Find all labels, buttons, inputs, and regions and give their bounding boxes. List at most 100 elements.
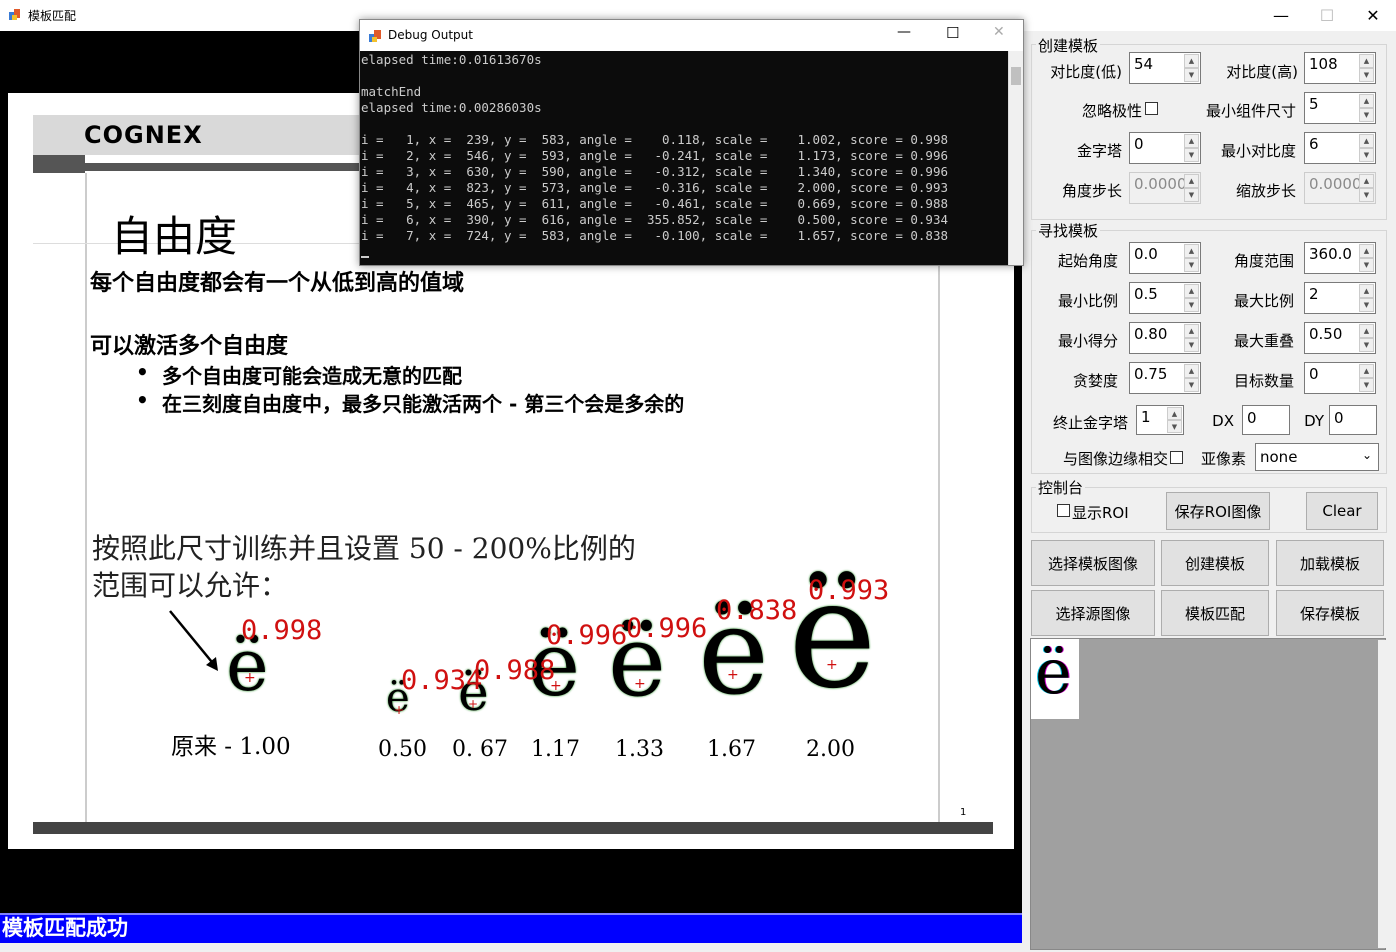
console-line: elapsed time:0.01613670s <box>361 52 542 67</box>
template-thumbnail: ë <box>1031 635 1079 719</box>
slide-line-1: 每个自由度都会有一个从低到高的值域 <box>90 271 465 296</box>
console-cursor <box>361 256 369 258</box>
debug-maximize-button[interactable]: ☐ <box>946 24 959 42</box>
console-line: i = 5, x = 465, y = 611, angle = -0.461,… <box>361 196 948 211</box>
window-title: 模板匹配 <box>28 9 77 23</box>
start-angle-input[interactable]: 0.0 ▲ ▼ <box>1129 242 1201 274</box>
train-text-1: 按照此尺寸训练并且设置 50 - 200%比例的 <box>92 532 636 565</box>
stop-pyramid-input[interactable]: 1 ▲ ▼ <box>1136 405 1184 435</box>
maximize-button[interactable]: ☐ <box>1304 0 1350 31</box>
debug-close-button[interactable]: ✕ <box>993 24 1005 40</box>
dx-label: DX <box>1212 412 1234 430</box>
bullet-dot: • <box>136 388 149 412</box>
dx-input[interactable]: 0 <box>1242 405 1290 435</box>
min-contrast-input[interactable]: 6 ▲ ▼ <box>1304 132 1376 164</box>
min-contrast-label: 最小对比度 <box>1220 142 1296 160</box>
start-angle-label: 起始角度 <box>1057 252 1118 270</box>
close-button[interactable]: ✕ <box>1350 0 1396 31</box>
console-line: matchEnd <box>361 84 422 99</box>
console-line: i = 4, x = 823, y = 573, angle = -0.316,… <box>361 180 948 195</box>
debug-scroll-thumb[interactable] <box>1011 67 1021 85</box>
max-overlap-label: 最大重叠 <box>1233 332 1294 350</box>
create-template-button[interactable]: 创建模板 <box>1161 540 1269 586</box>
match-score: 0.934 <box>401 665 483 696</box>
scale-step-input[interactable]: 0.0000 ▲ ▼ <box>1304 172 1376 204</box>
clear-button[interactable]: Clear <box>1306 492 1378 530</box>
preview-scrollbar[interactable] <box>1378 640 1386 948</box>
scale-label: 0.50 <box>378 737 427 762</box>
match-score: 0.998 <box>241 615 323 646</box>
debug-app-icon <box>369 30 381 42</box>
min-score-input[interactable]: 0.80 ▲ ▼ <box>1129 322 1201 354</box>
target-count-input[interactable]: 0 ▲ ▼ <box>1304 362 1376 394</box>
scale-label: 1.17 <box>531 737 580 762</box>
console-line: i = 7, x = 724, y = 583, angle = -0.100,… <box>361 228 948 243</box>
ignore-polarity-label: 忽略极性 <box>1081 102 1142 120</box>
app-icon <box>9 9 20 20</box>
slide-bullet-1: 多个自由度可能会造成无意的匹配 <box>162 364 462 388</box>
bullet-dot: • <box>136 360 149 384</box>
page-number: 1 <box>960 807 967 818</box>
slide-header-accent <box>33 155 85 173</box>
match-crosshair: + <box>468 697 479 711</box>
debug-console[interactable]: elapsed time:0.01613670s matchEnd elapsed … <box>360 51 1008 265</box>
find-template-title: 寻找模板 <box>1036 220 1101 241</box>
console-title: 控制台 <box>1036 477 1086 498</box>
show-roi-checkbox[interactable] <box>1057 504 1070 517</box>
min-scale-label: 最小比例 <box>1057 292 1118 310</box>
console-line: i = 6, x = 390, y = 616, angle = 355.852… <box>361 212 948 227</box>
console-line: i = 1, x = 239, y = 583, angle = 0.118, … <box>361 132 948 147</box>
slide-left-rule <box>85 173 87 823</box>
debug-scrollbar[interactable] <box>1008 51 1023 265</box>
dy-label: DY <box>1304 412 1324 430</box>
arrow-icon <box>169 610 218 671</box>
dy-input[interactable]: 0 <box>1329 405 1377 435</box>
contrast-low-input[interactable]: 54 ▲ ▼ <box>1129 52 1201 84</box>
minimize-button[interactable]: — <box>1258 0 1304 31</box>
border-intersect-checkbox[interactable] <box>1170 451 1183 464</box>
select-source-image-button[interactable]: 选择源图像 <box>1031 590 1155 636</box>
save-template-button[interactable]: 保存模板 <box>1276 590 1384 636</box>
ignore-polarity-checkbox[interactable] <box>1145 102 1158 115</box>
greediness-input[interactable]: 0.75 ▲ ▼ <box>1129 362 1201 394</box>
angle-step-label: 角度步长 <box>1061 182 1122 200</box>
load-template-button[interactable]: 加载模板 <box>1276 540 1384 586</box>
min-component-input[interactable]: 5 ▲ ▼ <box>1304 92 1376 124</box>
show-roi-label: 显示ROI <box>1072 504 1129 522</box>
debug-window-title: Debug Output <box>388 28 473 42</box>
angle-step-input[interactable]: 0.0000 ▲ ▼ <box>1129 172 1201 204</box>
scale-label: 2.00 <box>806 737 855 762</box>
match-score: 0.993 <box>808 575 890 606</box>
template-preview-panel[interactable] <box>1030 638 1386 950</box>
debug-output-window[interactable]: Debug Output — ☐ ✕ elapsed time:0.016136… <box>359 19 1024 266</box>
match-crosshair: + <box>727 667 739 683</box>
match-score: 0.838 <box>716 595 798 626</box>
max-scale-input[interactable]: 2 ▲ ▼ <box>1304 282 1376 314</box>
max-overlap-input[interactable]: 0.50 ▲ ▼ <box>1304 322 1376 354</box>
scale-label: 1.67 <box>707 737 756 762</box>
debug-minimize-button[interactable]: — <box>897 24 911 40</box>
select-template-image-button[interactable]: 选择模板图像 <box>1031 540 1155 586</box>
template-glyph: ë <box>1035 635 1072 708</box>
pyramid-label: 金字塔 <box>1076 142 1122 160</box>
match-crosshair: + <box>394 703 405 717</box>
create-template-title: 创建模板 <box>1036 35 1101 56</box>
min-score-label: 最小得分 <box>1057 332 1118 350</box>
save-roi-button[interactable]: 保存ROI图像 <box>1166 492 1270 530</box>
min-component-label: 最小组件尺寸 <box>1205 102 1296 120</box>
angle-range-input[interactable]: 360.0 ▲ ▼ <box>1304 242 1376 274</box>
slide-bullet-2: 在三刻度自由度中，最多只能激活两个 - 第三个会是多余的 <box>162 392 685 416</box>
match-crosshair: + <box>826 657 838 673</box>
pyramid-input[interactable]: 0 ▲ ▼ <box>1129 132 1201 164</box>
match-score: 0.988 <box>474 655 556 686</box>
contrast-high-input[interactable]: 108 ▲ ▼ <box>1304 52 1376 84</box>
match-score: 0.996 <box>626 613 708 644</box>
contrast-high-label: 对比度(高) <box>1226 63 1298 81</box>
template-match-button[interactable]: 模板匹配 <box>1161 590 1269 636</box>
slide-right-rule <box>938 173 940 823</box>
subpixel-select[interactable]: none ⌄ <box>1255 443 1379 471</box>
min-scale-input[interactable]: 0.5 ▲ ▼ <box>1129 282 1201 314</box>
border-intersect-label: 与图像边缘相交 <box>1062 450 1168 468</box>
match-crosshair: + <box>244 670 256 686</box>
target-count-label: 目标数量 <box>1233 372 1294 390</box>
